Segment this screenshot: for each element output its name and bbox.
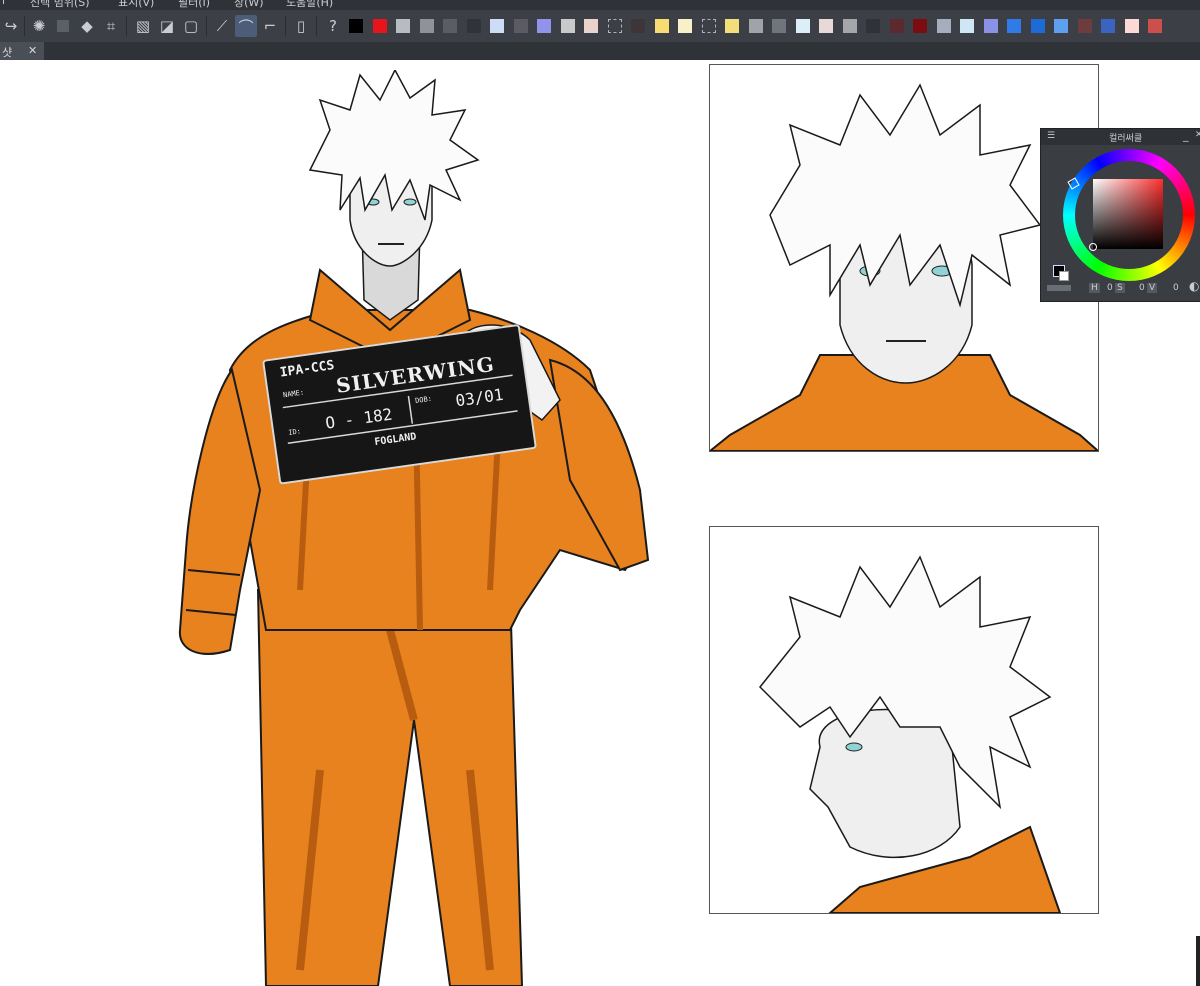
color-swatch[interactable] bbox=[913, 19, 927, 33]
line-tool-icon[interactable]: ⟋ bbox=[211, 15, 233, 37]
color-swatch[interactable] bbox=[1124, 19, 1139, 33]
help-icon[interactable]: ? bbox=[322, 15, 344, 37]
color-swatch[interactable] bbox=[372, 19, 387, 33]
document-tab-bar: 샷 ✕ bbox=[0, 42, 1200, 60]
portrait-profile-illustration bbox=[758, 555, 1062, 913]
transparent-color-chip[interactable] bbox=[1047, 285, 1071, 291]
color-swatch[interactable] bbox=[560, 19, 575, 33]
color-swatch[interactable] bbox=[748, 19, 763, 33]
color-swatch[interactable] bbox=[819, 19, 833, 33]
color-swatch[interactable] bbox=[983, 19, 998, 33]
canvas[interactable]: IPA-CCS NAME: SILVERWING DOB: 03/01 ID: … bbox=[0, 60, 1200, 986]
color-circle-panel: ☰ 컬러써클 _ ✕ H 0 S 0 V 0 ◐ bbox=[1040, 128, 1200, 302]
hsv-v-value[interactable]: 0 bbox=[1173, 283, 1179, 293]
color-swatch[interactable] bbox=[889, 19, 904, 33]
character-illustration bbox=[178, 70, 650, 986]
portrait-profile-frame bbox=[709, 526, 1099, 914]
close-icon[interactable]: ✕ bbox=[28, 44, 37, 57]
color-panel-header: ☰ 컬러써클 _ ✕ bbox=[1041, 129, 1200, 145]
color-swatch[interactable] bbox=[1148, 19, 1162, 33]
color-swatch[interactable] bbox=[842, 19, 857, 33]
toolbar: ↪ ✺ ◆ ⌗ ▧ ◪ ▢ ⟋ ⌒ ⌐ ▯ ? bbox=[0, 10, 1200, 42]
color-swatch[interactable] bbox=[537, 19, 551, 33]
toolbar-divider bbox=[316, 16, 317, 36]
color-swatch[interactable] bbox=[1007, 19, 1021, 33]
hsv-s-label: S bbox=[1115, 283, 1125, 293]
color-swatch[interactable] bbox=[936, 19, 951, 33]
sv-picker-handle[interactable] bbox=[1089, 243, 1097, 251]
frame-icon[interactable]: ▢ bbox=[180, 15, 202, 37]
menu-item-selection[interactable]: 선택 범위(S) bbox=[30, 0, 90, 10]
color-swatch[interactable] bbox=[1101, 19, 1115, 33]
toolbar-divider bbox=[24, 16, 25, 36]
color-panel-title: 컬러써클 bbox=[1109, 134, 1143, 144]
color-mode-icon[interactable]: ◐ bbox=[1189, 279, 1199, 293]
document-tab-label: 샷 bbox=[2, 46, 13, 59]
color-swatch[interactable] bbox=[490, 19, 504, 33]
saturation-value-square[interactable] bbox=[1093, 179, 1163, 249]
menu-item-help[interactable]: 도움말(H) bbox=[286, 0, 333, 10]
menu-item-edit[interactable]: l bbox=[2, 0, 5, 7]
color-swatch[interactable] bbox=[419, 19, 434, 33]
sub-color-chip[interactable] bbox=[1059, 271, 1069, 281]
color-swatch[interactable] bbox=[584, 19, 598, 33]
minimize-icon[interactable]: _ bbox=[1183, 129, 1189, 142]
hsv-v-label: V bbox=[1147, 283, 1158, 293]
color-swatch[interactable] bbox=[396, 19, 410, 33]
color-swatch[interactable] bbox=[795, 19, 810, 33]
device-icon[interactable]: ▯ bbox=[290, 15, 312, 37]
hsv-h-value[interactable]: 0 bbox=[1107, 283, 1113, 293]
toolbar-divider bbox=[206, 16, 207, 36]
color-swatch[interactable] bbox=[960, 19, 974, 33]
toolbar-divider bbox=[285, 16, 286, 36]
transform-icon[interactable]: ⌗ bbox=[100, 15, 122, 37]
color-swatch[interactable] bbox=[443, 19, 457, 33]
toolbar-divider bbox=[126, 16, 127, 36]
color-swatch[interactable] bbox=[654, 19, 669, 33]
color-swatch[interactable] bbox=[1030, 19, 1045, 33]
color-swatch[interactable] bbox=[678, 19, 692, 33]
color-swatch[interactable] bbox=[701, 19, 716, 33]
color-swatch[interactable] bbox=[466, 19, 481, 33]
hsv-h-label: H bbox=[1089, 283, 1100, 293]
loading-icon[interactable]: ✺ bbox=[28, 15, 50, 37]
polyline-tool-icon[interactable]: ⌐ bbox=[259, 15, 281, 37]
menu-item-view[interactable]: 표시(V) bbox=[118, 0, 154, 10]
ruler-icon[interactable]: ▧ bbox=[132, 15, 154, 37]
color-swatch[interactable] bbox=[349, 19, 363, 33]
redo-icon[interactable]: ↪ bbox=[0, 15, 22, 37]
color-swatch[interactable] bbox=[607, 19, 622, 33]
color-swatch[interactable] bbox=[772, 19, 786, 33]
scrollbar[interactable] bbox=[1196, 936, 1200, 986]
menu-item-filter[interactable]: 필터(I) bbox=[178, 0, 210, 10]
menu-icon[interactable]: ☰ bbox=[1047, 131, 1055, 141]
color-swatch[interactable] bbox=[725, 19, 739, 33]
color-swatch[interactable] bbox=[1077, 19, 1092, 33]
color-swatch[interactable] bbox=[1054, 19, 1068, 33]
layer-icon[interactable] bbox=[52, 15, 74, 37]
close-panel-icon[interactable]: ✕ bbox=[1195, 130, 1200, 140]
document-tab[interactable]: 샷 ✕ bbox=[0, 42, 44, 60]
mask-icon[interactable]: ◪ bbox=[156, 15, 178, 37]
color-swatch[interactable] bbox=[631, 19, 645, 33]
menu-item-window[interactable]: 창(W) bbox=[234, 0, 264, 10]
hsv-s-value[interactable]: 0 bbox=[1139, 283, 1145, 293]
curve-tool-icon[interactable]: ⌒ bbox=[235, 15, 257, 37]
color-swatch[interactable] bbox=[513, 19, 528, 33]
fill-icon[interactable]: ◆ bbox=[76, 15, 98, 37]
menu-bar: l 선택 범위(S) 표시(V) 필터(I) 창(W) 도움말(H) bbox=[0, 0, 1200, 10]
color-swatch[interactable] bbox=[866, 19, 880, 33]
